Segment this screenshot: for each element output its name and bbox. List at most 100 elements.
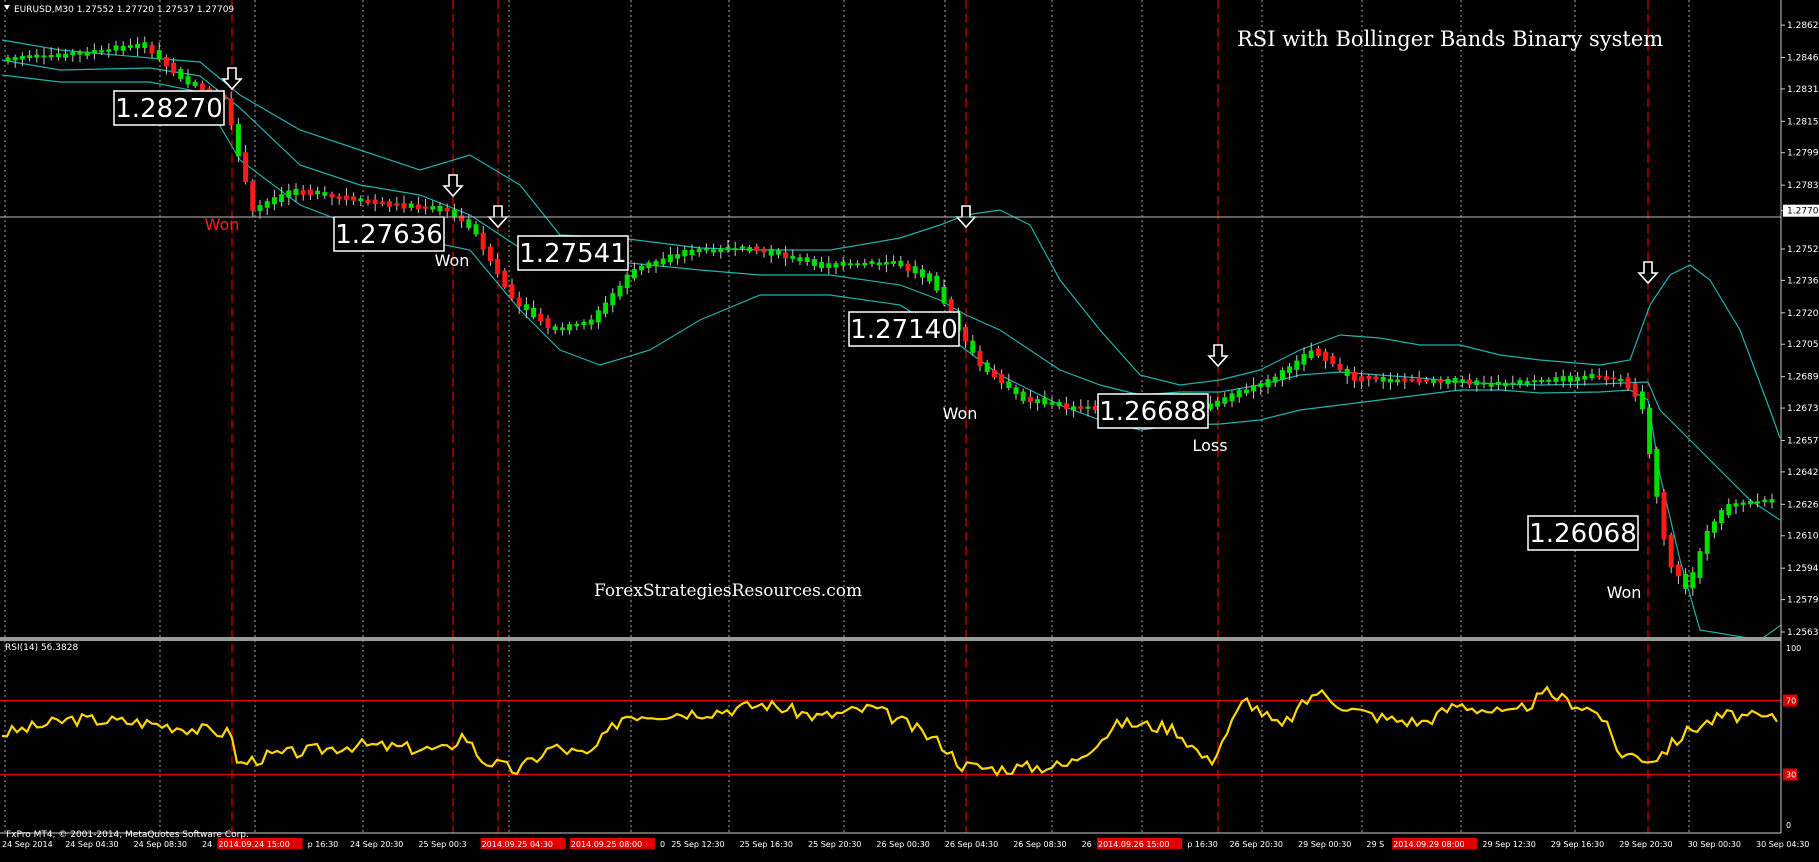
candle-body: [538, 313, 544, 322]
time-axis-label: 0: [660, 840, 665, 849]
symbol-header: EURUSD,M30 1.27552 1.27720 1.27537 1.277…: [14, 5, 234, 15]
entry-price-label: 1.26688: [1099, 397, 1207, 427]
candle-body: [1308, 350, 1314, 359]
candle-body: [12, 57, 18, 61]
time-axis-label: 2014.09.25 04:30: [482, 840, 553, 849]
candle-body: [264, 201, 270, 208]
candle-body: [919, 269, 925, 278]
candle-body: [1546, 379, 1552, 382]
candle-body: [300, 190, 306, 195]
candle-body: [617, 285, 623, 297]
candle-body: [1726, 503, 1732, 516]
candle-body: [768, 248, 774, 256]
time-axis-label: 24 Sep 2014: [2, 840, 53, 849]
price-tick-label: 1.26735: [1787, 404, 1819, 414]
candle-body: [487, 246, 493, 262]
candle-body: [1395, 379, 1401, 383]
candle-body: [689, 249, 695, 256]
candle-body: [991, 370, 997, 378]
price-tick-label: 1.27835: [1787, 181, 1819, 191]
candle-body: [379, 201, 385, 205]
candle-body: [531, 307, 537, 318]
candle-body: [1027, 396, 1033, 402]
rsi-axis-label: 100: [1786, 644, 1801, 653]
candle-body: [1020, 391, 1026, 401]
candle-body: [588, 319, 594, 325]
rsi-axis-label: 0: [1786, 821, 1791, 830]
candle-body: [113, 45, 119, 51]
result-won-label: Won: [205, 215, 240, 234]
candle-body: [415, 204, 421, 210]
candle-body: [934, 275, 940, 291]
time-axis-label: 26 Sep 00:30: [876, 840, 929, 849]
candle-body: [1294, 360, 1300, 370]
candle-body: [883, 262, 889, 265]
candle-body: [1258, 383, 1264, 388]
candle-body: [1575, 376, 1581, 382]
candle-body: [358, 198, 364, 202]
candle-body: [336, 196, 342, 199]
candle-body: [1632, 383, 1638, 397]
candle-body: [1517, 380, 1523, 385]
candle-body: [970, 340, 976, 353]
candle-body: [1042, 398, 1048, 405]
candle-body: [1467, 379, 1473, 385]
candle-body: [1740, 502, 1746, 505]
candle-body: [1639, 391, 1645, 410]
price-tick-label: 1.25790: [1787, 596, 1819, 606]
price-tick-label: 1.27205: [1787, 309, 1819, 319]
time-axis-label: 2014.09.29 08:00: [1393, 840, 1464, 849]
candle-body: [156, 50, 162, 60]
time-axis-label: 24: [202, 840, 212, 849]
candle-body: [1603, 376, 1609, 381]
rsi-indicator-label: RSI(14) 56.3828: [5, 643, 78, 653]
entry-price-label: 1.27541: [519, 239, 627, 269]
candle-body: [1229, 393, 1235, 402]
price-chart[interactable]: 1.28270Won 1.27636Won 1.275411.27140Won 1.2…: [0, 0, 1819, 858]
candle-body: [178, 69, 184, 79]
result-loss-label: Loss: [1192, 436, 1227, 455]
price-tick-label: 1.26260: [1787, 500, 1819, 510]
candle-body: [660, 258, 666, 265]
time-axis-label: 29 Sep 16:30: [1551, 840, 1604, 849]
entry-price-label: 1.28270: [115, 94, 223, 124]
price-tick-label: 1.28625: [1787, 21, 1819, 31]
candle-body: [833, 263, 839, 268]
candle-body: [1733, 503, 1739, 507]
candle-body: [1596, 375, 1602, 378]
candle-body: [343, 195, 349, 200]
candle-body: [1409, 378, 1415, 381]
time-axis-label: 29 Sep 12:30: [1482, 840, 1535, 849]
mt4-chart-window: 1.28270 Won 1.27636 Won 1.27541 1.27140 Won 1.2…: [0, 0, 1819, 858]
result-won-label: Won: [435, 251, 470, 270]
candle-body: [1531, 380, 1537, 383]
price-tick-label: 1.26105: [1787, 532, 1819, 542]
copyright-text: FxPro MT4, © 2001-2014, MetaQuotes Softw…: [6, 830, 249, 840]
candle-body: [797, 257, 803, 262]
time-axis-label: 29 S: [1366, 840, 1384, 849]
candle-body: [847, 263, 853, 266]
candle-body: [1481, 382, 1487, 385]
rsi-axis-label: 30: [1786, 771, 1796, 780]
panel-separator[interactable]: [0, 637, 1781, 641]
candle-body: [27, 55, 33, 58]
candle-body: [1503, 382, 1509, 387]
candle-body: [329, 193, 335, 198]
candle-body: [1402, 378, 1408, 382]
price-tick-label: 1.27995: [1787, 149, 1819, 159]
price-tick-label: 1.26420: [1787, 468, 1819, 478]
candle-body: [394, 203, 400, 206]
candle-body: [1611, 377, 1617, 380]
candle-body: [1380, 376, 1386, 382]
candle-body: [545, 318, 551, 329]
candle-body: [703, 248, 709, 251]
candle-body: [387, 201, 393, 207]
price-tick-label: 1.28310: [1787, 85, 1819, 95]
candle-body: [1323, 351, 1329, 361]
candle-body: [912, 266, 918, 274]
candle-body: [1243, 389, 1249, 394]
candle-body: [574, 323, 580, 327]
candle-body: [185, 76, 191, 85]
candle-body: [732, 248, 738, 251]
candle-body: [1488, 382, 1494, 387]
